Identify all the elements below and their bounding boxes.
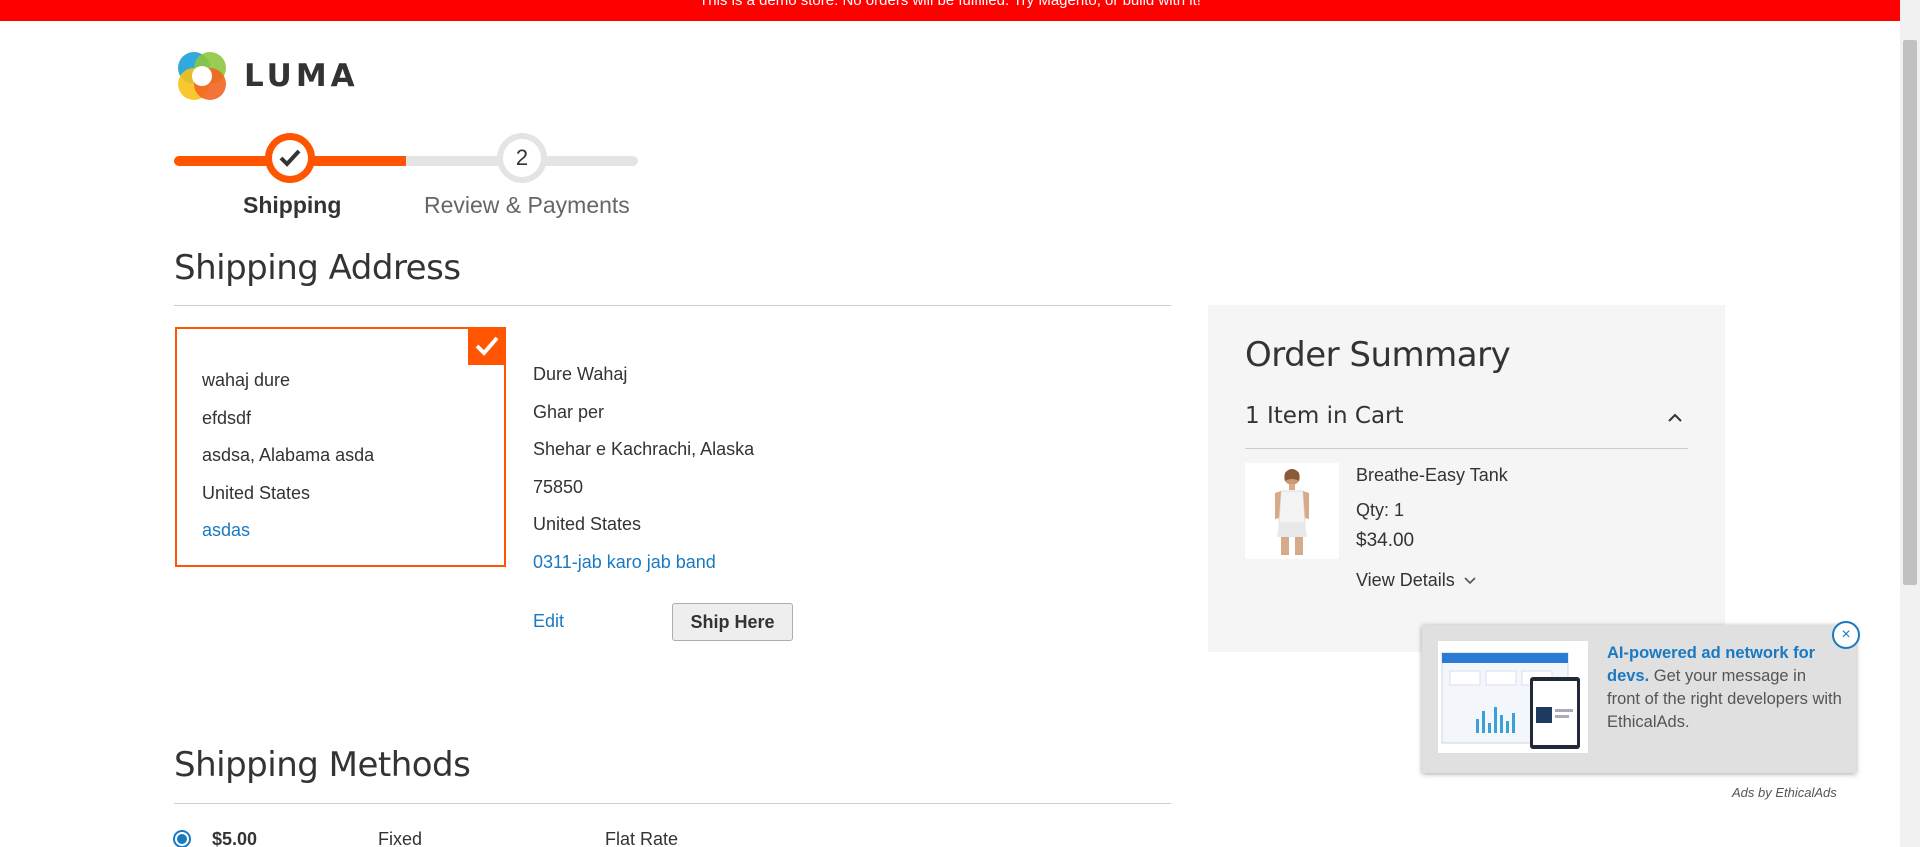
step-review-label: Review & Payments bbox=[424, 192, 630, 218]
ad-image[interactable] bbox=[1438, 641, 1588, 753]
selected-address-card[interactable]: wahaj dure efdsdf asdsa, Alabama asda Un… bbox=[175, 327, 506, 567]
scrollbar-thumb[interactable] bbox=[1903, 40, 1917, 585]
ethicalads-banner[interactable]: AI-powered ad network for devs. Get your… bbox=[1422, 625, 1856, 773]
address-line: 75850 bbox=[533, 476, 584, 497]
address-line: United States bbox=[202, 482, 311, 503]
checkmark-icon bbox=[475, 336, 499, 356]
items-in-cart-toggle[interactable]: 1 Item in Cart bbox=[1245, 403, 1688, 449]
address-line: Ghar per bbox=[533, 401, 605, 422]
address-line: asdsa, Alabama asda bbox=[202, 445, 375, 465]
step-review-number: 2 bbox=[503, 139, 541, 177]
shipping-address-title: Shipping Address bbox=[174, 248, 461, 288]
selected-address-lines: wahaj dure efdsdf asdsa, Alabama asda Un… bbox=[202, 362, 374, 550]
ship-here-button[interactable]: Ship Here bbox=[672, 603, 793, 641]
product-name: Breathe-Easy Tank bbox=[1356, 465, 1508, 485]
address-phone-link[interactable]: 0311-jab karo jab band bbox=[533, 544, 754, 582]
address-line: Shehar e Kachrachi, Alaska bbox=[533, 439, 755, 459]
shipping-method-carrier: Flat Rate bbox=[605, 829, 679, 847]
shipping-methods-title: Shipping Methods bbox=[174, 745, 471, 785]
demo-notice-text: This is a demo store. No orders will be … bbox=[699, 0, 1201, 9]
view-details-toggle[interactable]: View Details bbox=[1356, 570, 1477, 591]
close-icon[interactable]: × bbox=[1832, 621, 1860, 649]
ad-copy[interactable]: AI-powered ad network for devs. Get your… bbox=[1607, 642, 1842, 734]
selected-check-badge bbox=[468, 327, 506, 365]
product-price: $34.00 bbox=[1356, 530, 1415, 551]
logo-wordmark: LUMA bbox=[244, 58, 359, 94]
product-qty: Qty: 1 bbox=[1356, 500, 1405, 520]
other-address-card: Dure Wahaj Ghar per Shehar e Kachrachi, … bbox=[533, 356, 754, 581]
order-summary-title: Order Summary bbox=[1245, 335, 1511, 375]
page-scrollbar[interactable] bbox=[1900, 0, 1920, 847]
address-line: Dure Wahaj bbox=[533, 364, 628, 384]
step-review-marker: 2 bbox=[497, 133, 547, 183]
chevron-down-icon bbox=[1464, 576, 1476, 584]
product-image bbox=[1245, 463, 1339, 559]
luma-logo-icon bbox=[178, 52, 226, 100]
step-shipping-marker[interactable] bbox=[265, 133, 315, 183]
ad-credit[interactable]: Ads by EthicalAds bbox=[1732, 785, 1837, 800]
order-summary-panel: Order Summary 1 Item in Cart Breathe-Eas… bbox=[1208, 305, 1725, 652]
luma-logo[interactable]: LUMA bbox=[174, 48, 359, 104]
edit-address-link[interactable]: Edit bbox=[533, 611, 564, 632]
ad-dashboard-illustration bbox=[1441, 652, 1580, 749]
address-line: efdsdf bbox=[202, 407, 252, 428]
divider bbox=[174, 803, 1171, 804]
step-shipping-label[interactable]: Shipping bbox=[243, 192, 341, 219]
view-details-label: View Details bbox=[1356, 570, 1455, 590]
product-thumbnail[interactable] bbox=[1245, 463, 1339, 559]
address-phone-link[interactable]: asdas bbox=[202, 512, 374, 550]
divider bbox=[174, 305, 1171, 306]
address-line: wahaj dure bbox=[202, 370, 291, 390]
checkmark-icon bbox=[279, 149, 301, 167]
demo-notice-banner: This is a demo store. No orders will be … bbox=[0, 0, 1900, 21]
shipping-method-price: $5.00 bbox=[212, 829, 258, 847]
shipping-method-name: Fixed bbox=[378, 829, 423, 847]
items-in-cart-label: 1 Item in Cart bbox=[1245, 403, 1404, 429]
shipping-method-radio[interactable] bbox=[173, 830, 191, 847]
chevron-up-icon[interactable] bbox=[1666, 409, 1684, 427]
address-line: United States bbox=[533, 514, 642, 534]
